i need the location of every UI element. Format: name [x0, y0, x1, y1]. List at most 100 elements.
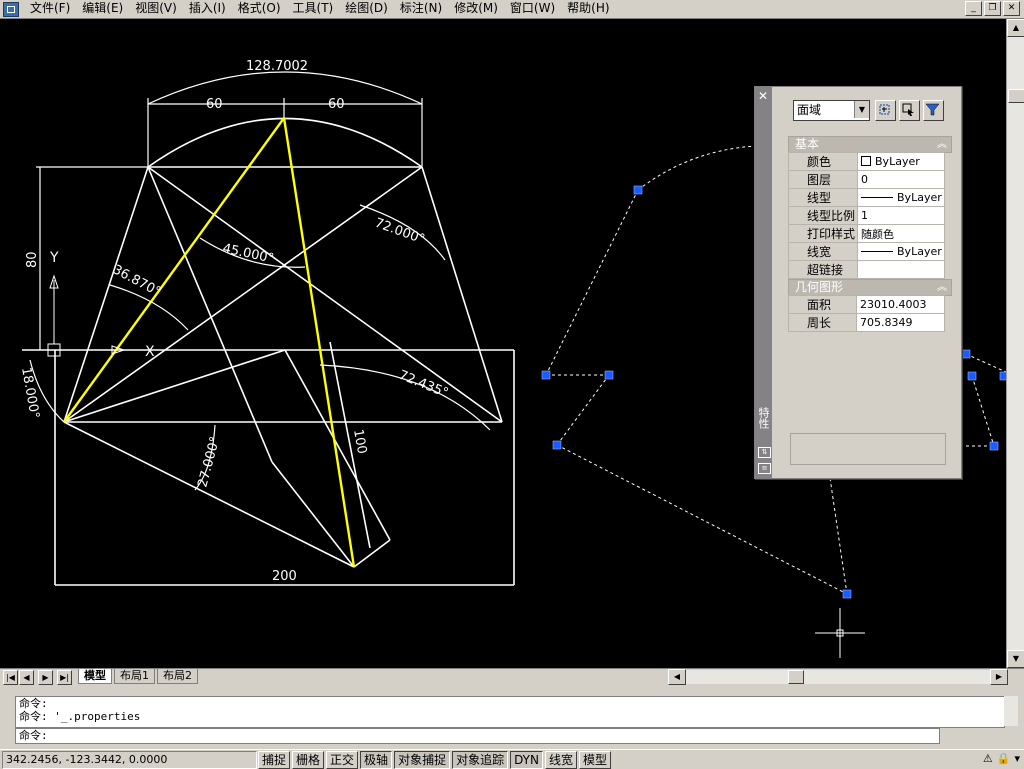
- menu-insert[interactable]: 插入(I): [183, 0, 232, 18]
- prop-row-plot-style[interactable]: 打印样式 随颜色: [787, 224, 945, 243]
- grip[interactable]: [989, 441, 999, 451]
- prop-row-hyperlink[interactable]: 超链接: [787, 260, 945, 279]
- menu-modify[interactable]: 修改(M): [448, 0, 504, 18]
- section-geometry-title: 几何图形: [795, 280, 844, 294]
- menu-format[interactable]: 格式(O): [232, 0, 287, 18]
- properties-palette[interactable]: ✕ 特性 ⇅ ≡ 面域 ▼ 基本 ︽ 颜色 ByLayer 图层 0 线型 By…: [754, 86, 962, 479]
- tray-menu-icon[interactable]: ▾: [1014, 752, 1020, 765]
- close-icon[interactable]: ✕: [758, 89, 768, 103]
- region-arc[interactable]: [637, 145, 757, 191]
- prop-row-perimeter[interactable]: 周长 705.8349: [788, 313, 945, 332]
- scroll-right-icon[interactable]: ▶: [990, 669, 1008, 685]
- collapse-icon[interactable]: ︽: [937, 137, 947, 152]
- restore-icon[interactable]: ❐: [984, 1, 1001, 16]
- toggle-model[interactable]: 模型: [579, 751, 612, 769]
- comm-center-icon[interactable]: ⚠: [983, 752, 993, 765]
- menu-help[interactable]: 帮助(H): [561, 0, 615, 18]
- menu-view[interactable]: 视图(V): [129, 0, 183, 18]
- minimize-icon[interactable]: _: [965, 1, 982, 16]
- menu-edit[interactable]: 编辑(E): [76, 0, 129, 18]
- filter-icon: [925, 103, 940, 116]
- grip[interactable]: [541, 370, 551, 380]
- auto-hide-icon[interactable]: ⇅: [758, 447, 771, 458]
- menu-window[interactable]: 窗口(W): [504, 0, 561, 18]
- grip[interactable]: [842, 589, 852, 599]
- grip[interactable]: [961, 349, 971, 359]
- scroll-thumb[interactable]: [1008, 89, 1024, 103]
- dim-text-72-435: 72.435°: [397, 368, 451, 401]
- lock-icon[interactable]: 🔒: [997, 752, 1011, 765]
- select-objects-icon: [902, 103, 914, 116]
- chevron-down-icon[interactable]: ▼: [854, 101, 869, 118]
- scroll-down-icon[interactable]: ▼: [1007, 650, 1024, 668]
- scroll-up-icon[interactable]: ▲: [1007, 19, 1024, 37]
- palette-title-strip[interactable]: ✕ 特性 ⇅ ≡: [755, 87, 772, 478]
- yellow-line-right[interactable]: [282, 117, 356, 568]
- prop-value: 23010.4003: [856, 295, 945, 314]
- menu-dimension[interactable]: 标注(N): [394, 0, 448, 18]
- collapse-icon[interactable]: ︽: [937, 280, 947, 295]
- vertical-scrollbar[interactable]: ▲ ▼: [1006, 19, 1024, 668]
- tab-layout1[interactable]: 布局1: [114, 669, 155, 684]
- grip[interactable]: [604, 370, 614, 380]
- diag-1[interactable]: [63, 166, 423, 423]
- tab-layout2[interactable]: 布局2: [157, 669, 198, 684]
- command-input[interactable]: 命令:: [15, 728, 940, 744]
- prop-value: ByLayer: [875, 155, 920, 168]
- prop-row-area[interactable]: 面积 23010.4003: [788, 295, 945, 314]
- first-tab-icon[interactable]: |◀: [3, 670, 18, 685]
- toggle-osnap[interactable]: 对象捕捉: [394, 751, 451, 769]
- prop-row-linetype[interactable]: 线型 ByLayer: [787, 188, 945, 207]
- diag-8[interactable]: [353, 539, 391, 568]
- toggle-dyn[interactable]: DYN: [510, 751, 543, 769]
- menu-tools[interactable]: 工具(T): [287, 0, 340, 18]
- basic-properties-table: 颜色 ByLayer 图层 0 线型 ByLayer 线型比例 1 打印样式 随…: [787, 152, 945, 279]
- diag-6[interactable]: [271, 461, 355, 568]
- command-history-line: 命令:: [19, 697, 48, 710]
- app-icon[interactable]: [3, 2, 19, 17]
- coordinate-readout[interactable]: 342.2456, -123.3442, 0.0000: [2, 751, 257, 769]
- prop-label: 线型: [787, 188, 859, 207]
- dim-text-60-right: 60: [328, 97, 345, 112]
- line-sample-icon: [861, 251, 894, 252]
- scroll-left-icon[interactable]: ◀: [668, 669, 686, 685]
- command-scrollbar[interactable]: [1004, 696, 1018, 726]
- grip[interactable]: [967, 371, 977, 381]
- dim-text-45: 45.000°: [221, 241, 275, 266]
- menu-draw[interactable]: 绘图(D): [339, 0, 394, 18]
- next-tab-icon[interactable]: ▶: [38, 670, 53, 685]
- prop-row-layer[interactable]: 图层 0: [787, 170, 945, 189]
- status-tray: ⚠ 🔒 ▾: [983, 752, 1020, 765]
- toggle-polar[interactable]: 极轴: [360, 751, 393, 769]
- description-panel: [790, 433, 946, 465]
- dim-text-200: 200: [272, 569, 297, 584]
- horizontal-scrollbar[interactable]: ◀ ▶: [668, 669, 1008, 685]
- toggle-grid[interactable]: 栅格: [292, 751, 325, 769]
- object-type-select[interactable]: 面域 ▼: [793, 100, 870, 121]
- layout-tabs-row: |◀ ◀ ▶ ▶| 模型 布局1 布局2 ◀ ▶: [0, 668, 1024, 685]
- menu-file[interactable]: 文件(F): [24, 0, 76, 18]
- select-objects-button[interactable]: [899, 100, 920, 121]
- toggle-otrack[interactable]: 对象追踪: [452, 751, 509, 769]
- prop-row-linetype-scale[interactable]: 线型比例 1: [787, 206, 945, 225]
- section-basic-header[interactable]: 基本 ︽: [788, 136, 952, 153]
- yellow-line-left[interactable]: [63, 117, 285, 423]
- prop-row-color[interactable]: 颜色 ByLayer: [787, 152, 945, 171]
- last-tab-icon[interactable]: ▶|: [57, 670, 72, 685]
- prop-row-lineweight[interactable]: 线宽 ByLayer: [787, 242, 945, 261]
- palette-menu-icon[interactable]: ≡: [758, 463, 771, 474]
- grip[interactable]: [633, 185, 643, 195]
- tab-model[interactable]: 模型: [78, 669, 112, 684]
- section-geometry-header[interactable]: 几何图形 ︽: [788, 279, 952, 296]
- close-icon[interactable]: ✕: [1003, 1, 1020, 16]
- quick-select-button[interactable]: [923, 100, 944, 121]
- toggle-pickadd-button[interactable]: [875, 100, 896, 121]
- prev-tab-icon[interactable]: ◀: [19, 670, 34, 685]
- scroll-thumb[interactable]: [788, 670, 804, 684]
- grip[interactable]: [552, 440, 562, 450]
- toggle-ortho[interactable]: 正交: [326, 751, 359, 769]
- toggle-snap[interactable]: 捕捉: [258, 751, 291, 769]
- diag-4[interactable]: [63, 349, 286, 423]
- document-window-buttons: _ ❐ ✕: [965, 1, 1020, 16]
- toggle-lineweight[interactable]: 线宽: [544, 751, 577, 769]
